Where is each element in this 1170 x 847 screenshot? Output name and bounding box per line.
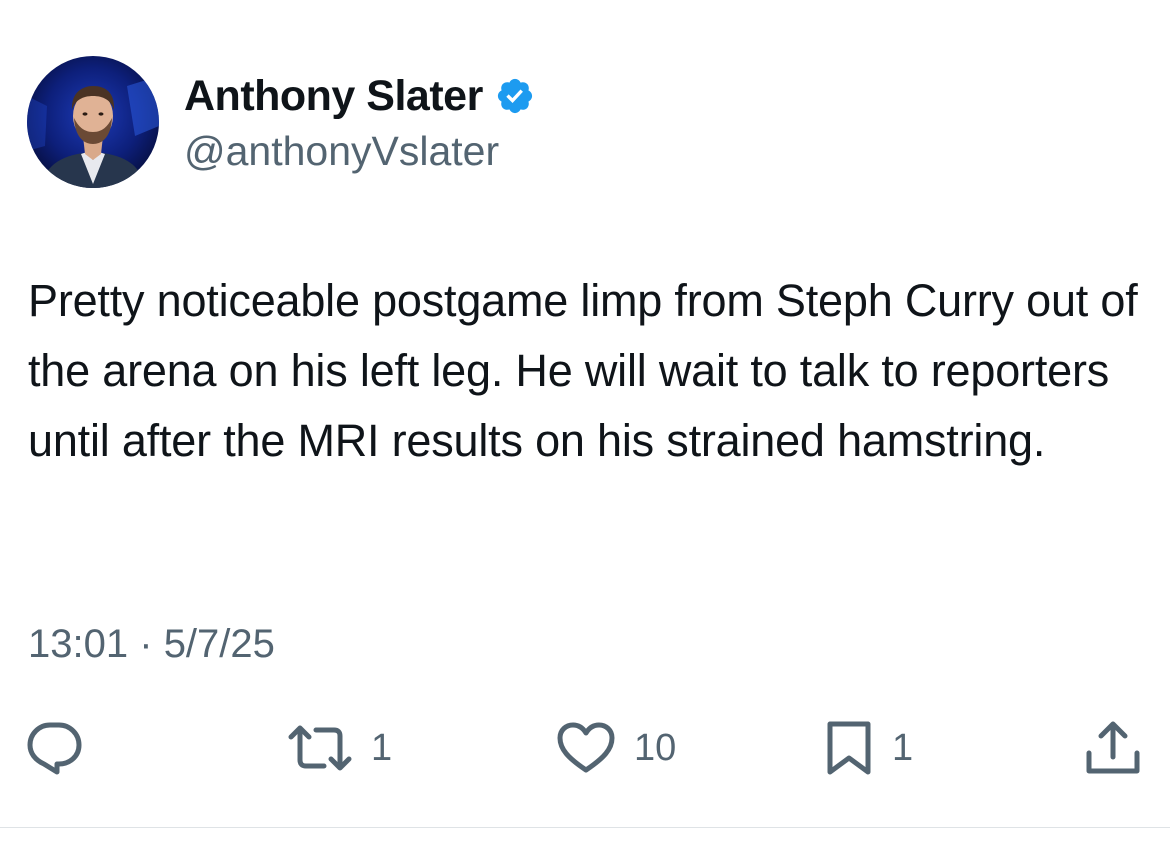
tweet-date[interactable]: 5/7/25 — [164, 622, 275, 666]
heart-icon — [557, 722, 615, 773]
share-button[interactable] — [1084, 718, 1142, 778]
like-count: 10 — [634, 727, 677, 769]
like-button[interactable]: 10 — [556, 718, 676, 778]
bottom-divider — [0, 827, 1170, 828]
tweet-time[interactable]: 13:01 — [28, 622, 128, 666]
bookmark-button[interactable]: 1 — [824, 718, 913, 778]
verified-badge-icon[interactable] — [495, 76, 535, 116]
bookmark-count: 1 — [892, 727, 914, 769]
share-icon — [1086, 721, 1140, 774]
retweet-button[interactable]: 1 — [287, 718, 392, 778]
author-name-row[interactable]: Anthony Slater — [184, 70, 535, 122]
meta-separator: · — [139, 622, 153, 666]
reply-icon — [27, 722, 82, 775]
tweet-text: Pretty noticeable postgame limp from Ste… — [28, 275, 1138, 466]
author-display-name[interactable]: Anthony Slater — [184, 70, 483, 122]
tweet-card: Anthony Slater @anthonyVslater Pretty no… — [0, 0, 1170, 847]
retweet-count: 1 — [371, 727, 393, 769]
tweet-timestamp[interactable]: 13:01 · 5/7/25 — [28, 618, 275, 670]
author-handle[interactable]: @anthonyVslater — [184, 126, 499, 176]
retweet-icon — [288, 725, 352, 771]
avatar[interactable] — [27, 56, 159, 188]
reply-button[interactable] — [26, 718, 84, 778]
profile-photo — [27, 56, 159, 188]
bookmark-icon — [827, 721, 871, 775]
